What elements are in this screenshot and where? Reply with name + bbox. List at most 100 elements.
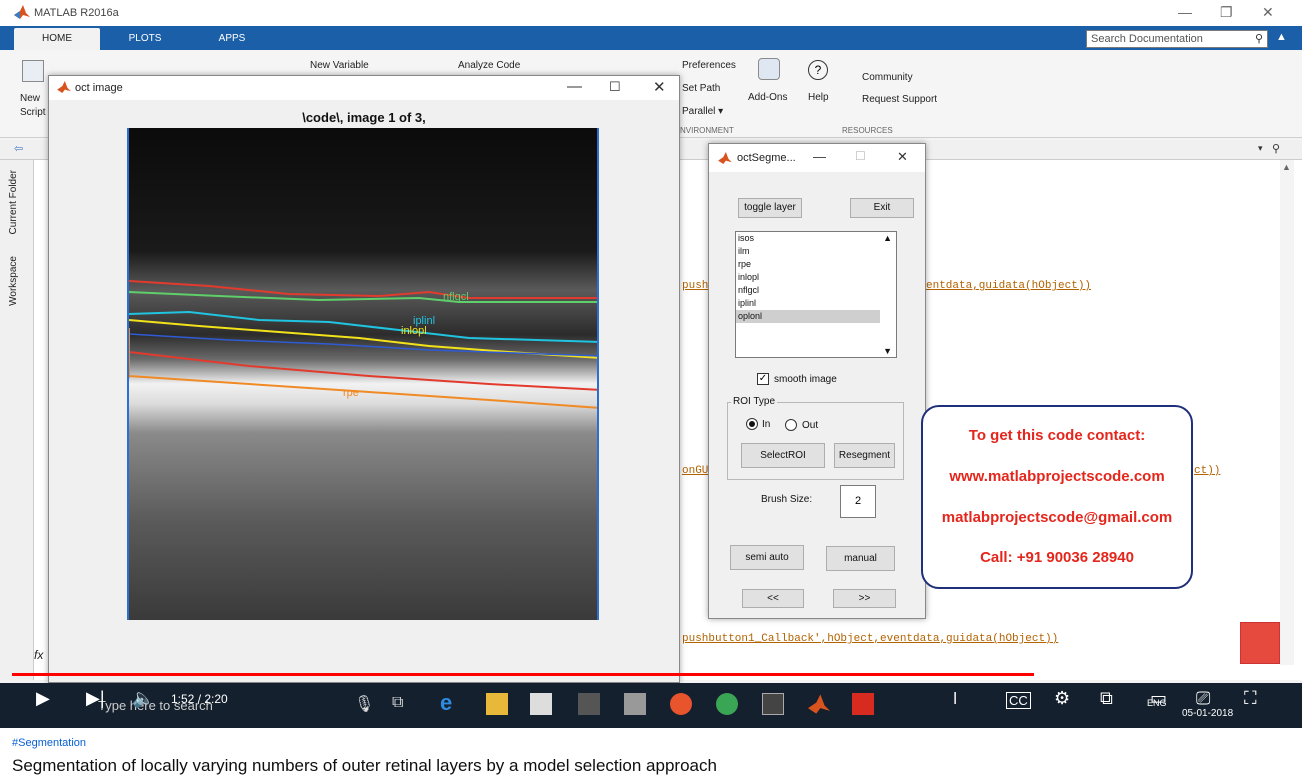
help-button[interactable]: Help — [808, 92, 829, 103]
matlab-title: MATLAB R2016a — [34, 7, 119, 19]
collapse-ribbon-icon[interactable]: ▲ — [1276, 31, 1287, 43]
code-line[interactable]: ct)) — [1194, 465, 1220, 477]
code-line[interactable]: entdata,guidata(hObject)) — [926, 280, 1091, 292]
app-icon[interactable] — [716, 693, 738, 715]
back-icon[interactable]: ⇦ — [14, 142, 23, 155]
fullscreen-icon[interactable]: ⛶ — [1244, 688, 1257, 709]
request-support-button[interactable]: Request Support — [862, 94, 937, 105]
maximize-icon[interactable]: ☐ — [855, 149, 866, 163]
new-variable-button[interactable]: New Variable — [310, 60, 369, 71]
chevron-up-icon[interactable]: ▲ — [883, 233, 892, 243]
resegment-button[interactable]: Resegment — [834, 443, 895, 468]
video-frame[interactable]: MATLAB R2016a — ❐ ✕ HOME PLOTS APPS ▣▦◭▥… — [0, 0, 1302, 728]
add-ons-icon[interactable] — [758, 58, 780, 80]
matlab-taskbar-icon[interactable] — [808, 693, 830, 715]
smooth-image-checkbox[interactable]: ✓ — [757, 373, 769, 385]
roi-in-radio[interactable] — [746, 418, 758, 430]
taskbar-date[interactable]: 05-01-2018 — [1182, 708, 1233, 719]
toggle-layer-button[interactable]: toggle layer — [738, 198, 802, 218]
settings-gear-icon[interactable]: ⚙ — [1054, 688, 1070, 709]
minimize-icon[interactable]: — — [813, 149, 826, 164]
store-icon[interactable] — [530, 693, 552, 715]
close-icon[interactable]: ✕ — [897, 149, 908, 165]
chrome-icon[interactable] — [670, 693, 692, 715]
theater-mode-icon[interactable]: ▭ — [1150, 688, 1167, 709]
brush-size-label: Brush Size: — [761, 494, 813, 505]
minimize-icon[interactable]: — — [1178, 4, 1192, 20]
brush-size-input[interactable]: 2 — [840, 485, 876, 518]
address-search-icon[interactable]: ⚲ — [1272, 142, 1280, 155]
search-icon[interactable]: ⚲ — [1255, 32, 1263, 45]
next-video-icon[interactable]: ▶| — [86, 688, 105, 709]
microphone-icon[interactable]: 🎙 — [354, 694, 374, 714]
image-title: \code\, image 1 of 3, — [302, 110, 426, 125]
acrobat-icon[interactable] — [852, 693, 874, 715]
task-view-icon[interactable]: ⧉ — [392, 694, 403, 712]
roi-out-radio[interactable] — [785, 419, 797, 431]
matlab-logo-icon — [14, 5, 30, 19]
new-script-icon[interactable] — [22, 60, 44, 82]
list-item[interactable]: ilm — [736, 245, 880, 258]
chevron-down-icon[interactable]: ▼ — [883, 346, 892, 356]
select-roi-button[interactable]: SelectROI — [741, 443, 825, 468]
tab-current-folder[interactable]: Current Folder — [8, 170, 19, 234]
app-icon[interactable] — [578, 693, 600, 715]
tab-workspace[interactable]: Workspace — [8, 256, 19, 306]
tab-apps[interactable]: APPS — [204, 28, 260, 50]
set-path-button[interactable]: Set Path — [682, 83, 720, 94]
analyze-code-button[interactable]: Analyze Code — [458, 60, 520, 71]
subtitles-icon[interactable]: CC — [1006, 692, 1031, 709]
maximize-icon[interactable]: ☐ — [609, 79, 621, 95]
code-line[interactable]: pushbutton1_Callback',hObject,eventdata,… — [682, 633, 1058, 645]
app-icon[interactable] — [762, 693, 784, 715]
preferences-button[interactable]: Preferences — [682, 60, 736, 71]
matlab-titlebar: MATLAB R2016a — ❐ ✕ — [0, 0, 1302, 26]
close-icon[interactable]: ✕ — [1262, 4, 1274, 21]
list-item[interactable]: isos — [736, 232, 880, 245]
community-button[interactable]: Community — [862, 72, 913, 83]
file-explorer-icon[interactable] — [486, 693, 508, 715]
new-script-label-2[interactable]: Script — [20, 107, 46, 118]
add-ons-button[interactable]: Add-Ons — [748, 92, 787, 103]
oct-segment-window[interactable]: octSegme... — ☐ ✕ toggle layer Exit isos… — [708, 143, 926, 619]
next-button[interactable]: >> — [833, 589, 896, 608]
minimize-icon[interactable]: — — [567, 78, 582, 95]
editor-scrollbar[interactable]: ▲ — [1280, 160, 1294, 665]
video-hashtag[interactable]: #Segmentation — [12, 737, 86, 749]
layer-listbox[interactable]: isos ilm rpe inlopl nflgcl iplinl oplonl… — [735, 231, 897, 358]
scroll-up-icon[interactable]: ▲ — [1282, 162, 1291, 172]
oct-scan-image[interactable]: nflgcl iplinl inlopl rpe — [127, 128, 599, 620]
list-item[interactable]: iplinl — [736, 297, 880, 310]
maximize-icon[interactable]: ❐ — [1220, 4, 1233, 21]
environment-group-label: NVIRONMENT — [680, 126, 734, 135]
tab-plots[interactable]: PLOTS — [116, 28, 174, 50]
oct-image-window[interactable]: oct image — ☐ ✕ \code\, image 1 of 3, nf… — [48, 75, 680, 683]
list-item[interactable]: inlopl — [736, 271, 880, 284]
miniplayer-icon[interactable]: ⧉ — [1100, 688, 1113, 709]
manual-button[interactable]: manual — [826, 546, 895, 571]
prev-button[interactable]: << — [742, 589, 804, 608]
code-line[interactable]: push — [682, 280, 708, 292]
code-line[interactable]: onGU — [682, 465, 708, 477]
mail-icon[interactable] — [624, 693, 646, 715]
volume-icon[interactable]: 🔈 — [132, 688, 154, 709]
list-item[interactable]: nflgcl — [736, 284, 880, 297]
new-script-label[interactable]: New — [20, 93, 40, 104]
help-icon[interactable]: ? — [808, 60, 828, 80]
list-item-selected[interactable]: oplonl — [736, 310, 880, 323]
video-title: Segmentation of locally varying numbers … — [12, 756, 717, 775]
parallel-button[interactable]: Parallel ▾ — [682, 106, 723, 117]
list-item[interactable]: rpe — [736, 258, 880, 271]
edge-icon[interactable]: e — [440, 690, 452, 716]
semi-auto-button[interactable]: semi auto — [730, 545, 804, 570]
search-documentation-input[interactable]: Search Documentation ⚲ — [1086, 30, 1268, 48]
cast-icon[interactable]: ⎚ — [1196, 688, 1210, 709]
roi-type-group — [727, 402, 904, 480]
exit-button[interactable]: Exit — [850, 198, 914, 218]
oct-window-title: oct image — [75, 82, 123, 94]
play-icon[interactable]: ▶ — [36, 688, 50, 709]
close-icon[interactable]: ✕ — [653, 78, 666, 96]
tab-home[interactable]: HOME — [14, 28, 100, 50]
dropdown-icon[interactable]: ▾ — [1258, 143, 1263, 154]
autoplay-toggle-icon[interactable]: ⏽ — [948, 688, 962, 709]
